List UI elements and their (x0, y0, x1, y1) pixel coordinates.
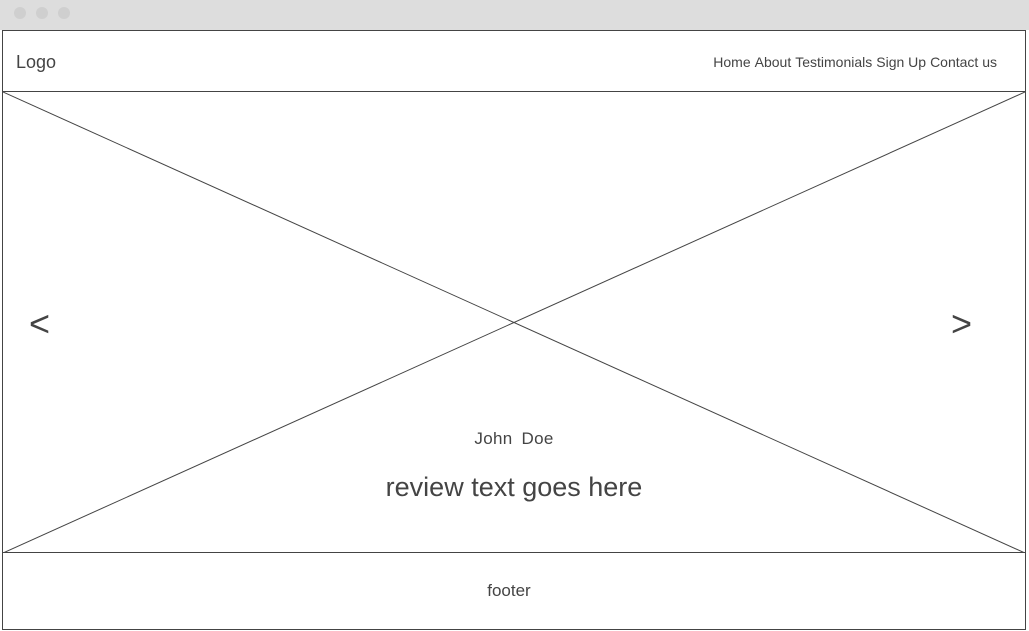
nav-testimonials-link[interactable]: Testimonials (795, 54, 872, 70)
page-frame: Logo Home About Testimonials Sign Up Con… (2, 30, 1026, 630)
browser-window: Logo Home About Testimonials Sign Up Con… (0, 0, 1029, 631)
window-close-dot[interactable] (14, 7, 26, 19)
carousel-next-button[interactable]: > (951, 304, 972, 344)
nav-home-link[interactable]: Home (713, 54, 750, 70)
site-footer: footer (3, 553, 1025, 629)
nav-about-link[interactable]: About (755, 54, 792, 70)
window-minimize-dot[interactable] (36, 7, 48, 19)
window-maximize-dot[interactable] (58, 7, 70, 19)
reviewer-name: John Doe (474, 429, 554, 448)
window-titlebar (0, 0, 1029, 30)
main-nav: Home About Testimonials Sign Up Contact … (713, 54, 997, 70)
footer-text: footer (487, 581, 531, 600)
site-header: Logo Home About Testimonials Sign Up Con… (3, 31, 1025, 92)
nav-signup-link[interactable]: Sign Up (876, 54, 926, 70)
testimonial-carousel: < > John Doe review text goes here (3, 92, 1025, 553)
carousel-prev-button[interactable]: < (29, 304, 50, 344)
nav-contact-link[interactable]: Contact us (930, 54, 997, 70)
logo[interactable]: Logo (16, 52, 56, 72)
review-text: review text goes here (385, 472, 643, 502)
